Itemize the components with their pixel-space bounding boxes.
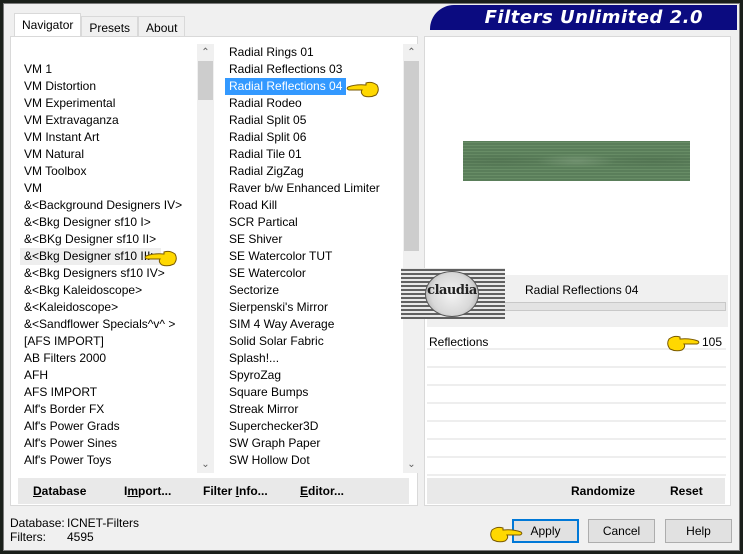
list-item[interactable]: Raver b/w Enhanced Limiter	[225, 180, 404, 197]
editor-button[interactable]: Editor...	[300, 484, 344, 498]
title-banner: Filters Unlimited 2.0	[430, 5, 737, 30]
list-item[interactable]: SE Watercolor TUT	[225, 248, 404, 265]
param-row-empty	[427, 369, 726, 386]
watermark-logo: claudia	[401, 268, 505, 319]
list-item[interactable]: Alf's Power Grads	[20, 418, 197, 435]
list-item[interactable]: Radial Reflections 03	[225, 61, 404, 78]
filters-count: 4595	[67, 530, 94, 544]
scroll-up-icon[interactable]: ⌃	[403, 44, 420, 61]
list-item[interactable]: Solid Solar Fabric	[225, 333, 404, 350]
list-item[interactable]: Road Kill	[225, 197, 404, 214]
list-item[interactable]: Sectorize	[225, 282, 404, 299]
randomize-button[interactable]: Randomize	[571, 484, 635, 498]
database-value: ICNET-Filters	[67, 516, 139, 530]
filter-scroll-thumb[interactable]	[404, 61, 419, 251]
list-item[interactable]: Alf's Power Toys	[20, 452, 197, 469]
param-row-empty	[427, 441, 726, 458]
pointing-hand-icon	[490, 526, 523, 543]
param-value: 105	[701, 335, 722, 349]
list-item[interactable]: Radial ZigZag	[225, 163, 404, 180]
scroll-down-icon[interactable]: ⌄	[403, 456, 420, 473]
list-item[interactable]: SE Watercolor	[225, 265, 404, 282]
list-item[interactable]: &<Bkg Designer sf10 III>	[20, 248, 162, 265]
filter-list[interactable]: Radial Rings 01 Radial Reflections 03 Radi…	[225, 44, 404, 473]
list-item[interactable]: VM Instant Art	[20, 129, 197, 146]
param-row-empty	[427, 387, 726, 404]
selected-filter-name: Radial Reflections 04	[525, 283, 639, 297]
list-item[interactable]: &<Bkg Designers sf10 IV>	[20, 265, 197, 282]
list-item[interactable]: Streak Mirror	[225, 401, 404, 418]
tab-navigator[interactable]: Navigator	[14, 13, 82, 37]
pointing-hand-icon	[346, 81, 379, 98]
category-scrollbar[interactable]: ⌃ ⌄	[197, 44, 214, 473]
list-item[interactable]: VM	[20, 180, 197, 197]
list-item[interactable]: &<Kaleidoscope>	[20, 299, 197, 316]
filter-info-button[interactable]: Filter Info...	[203, 484, 268, 498]
status-area: Database: ICNET-Filters Filters: 4595	[10, 516, 139, 544]
tab-about[interactable]: About	[138, 16, 186, 37]
scroll-down-icon[interactable]: ⌄	[197, 456, 214, 473]
watermark-text: claudia	[427, 283, 477, 298]
list-item[interactable]: Radial Tile 01	[225, 146, 404, 163]
pointing-hand-icon	[667, 335, 700, 352]
list-item[interactable]: SpyroZag	[225, 367, 404, 384]
list-item[interactable]: VM Distortion	[20, 78, 197, 95]
list-item[interactable]: SE Shiver	[225, 231, 404, 248]
list-item[interactable]: VM 1	[20, 61, 197, 78]
list-item[interactable]: Alf's Border FX	[20, 401, 197, 418]
left-button-bar: Database Import... Filter Info... Editor…	[18, 478, 409, 504]
list-item[interactable]: Radial Split 05	[225, 112, 404, 129]
list-item[interactable]: AB Filters 2000	[20, 350, 197, 367]
pointing-hand-icon	[144, 250, 177, 267]
param-label: Reflections	[429, 335, 489, 349]
list-item[interactable]: &<Sandflower Specials^v^ >	[20, 316, 197, 333]
list-item[interactable]: &<BKg Designer sf10 II>	[20, 231, 197, 248]
list-item[interactable]: [AFS IMPORT]	[20, 333, 197, 350]
list-item[interactable]: Alf's Power Sines	[20, 435, 197, 452]
reset-button[interactable]: Reset	[670, 484, 703, 498]
filter-scrollbar[interactable]: ⌃ ⌄	[403, 44, 420, 473]
cancel-button[interactable]: Cancel	[588, 519, 655, 543]
list-item[interactable]: &<Bkg Designer sf10 I>	[20, 214, 197, 231]
list-item[interactable]: Splash!...	[225, 350, 404, 367]
import-button[interactable]: Import...	[124, 484, 171, 498]
right-button-bar: Randomize Reset	[427, 478, 725, 504]
list-item[interactable]: SIM 4 Way Average	[225, 316, 404, 333]
list-item[interactable]: VM Toolbox	[20, 163, 197, 180]
list-item[interactable]: Radial Reflections 04	[225, 78, 347, 95]
filters-label: Filters:	[10, 530, 46, 544]
tab-presets[interactable]: Presets	[81, 16, 139, 37]
list-item[interactable]: VM Natural	[20, 146, 197, 163]
app-title: Filters Unlimited 2.0	[484, 7, 703, 28]
database-label: Database:	[10, 516, 65, 530]
list-item[interactable]: Radial Rings 01	[225, 44, 404, 61]
param-row-empty	[427, 405, 726, 422]
database-button[interactable]: Database	[33, 484, 86, 498]
param-row-empty	[427, 459, 726, 476]
list-item[interactable]: AFS IMPORT	[20, 384, 197, 401]
list-item[interactable]: Square Bumps	[225, 384, 404, 401]
list-item[interactable]: SCR Partical	[225, 214, 404, 231]
list-item[interactable]: Sierpenski's Mirror	[225, 299, 404, 316]
list-item[interactable]: &<Bkg Kaleidoscope>	[20, 282, 197, 299]
help-button[interactable]: Help	[665, 519, 732, 543]
param-row-empty	[427, 351, 726, 368]
param-row-empty	[427, 423, 726, 440]
preview-image	[463, 141, 690, 181]
scroll-up-icon[interactable]: ⌃	[197, 44, 214, 61]
tab-strip: Navigator Presets About	[14, 13, 186, 37]
list-item[interactable]: Superchecker3D	[225, 418, 404, 435]
category-scroll-thumb[interactable]	[198, 61, 213, 100]
list-item[interactable]: SW Graph Paper	[225, 435, 404, 452]
list-item[interactable]: VM Extravaganza	[20, 112, 197, 129]
list-item[interactable]: SW Hollow Dot	[225, 452, 404, 469]
list-item[interactable]: VM Experimental	[20, 95, 197, 112]
list-item[interactable]: AFH	[20, 367, 197, 384]
list-item[interactable]: &<Background Designers IV>	[20, 197, 197, 214]
list-item[interactable]: Radial Split 06	[225, 129, 404, 146]
